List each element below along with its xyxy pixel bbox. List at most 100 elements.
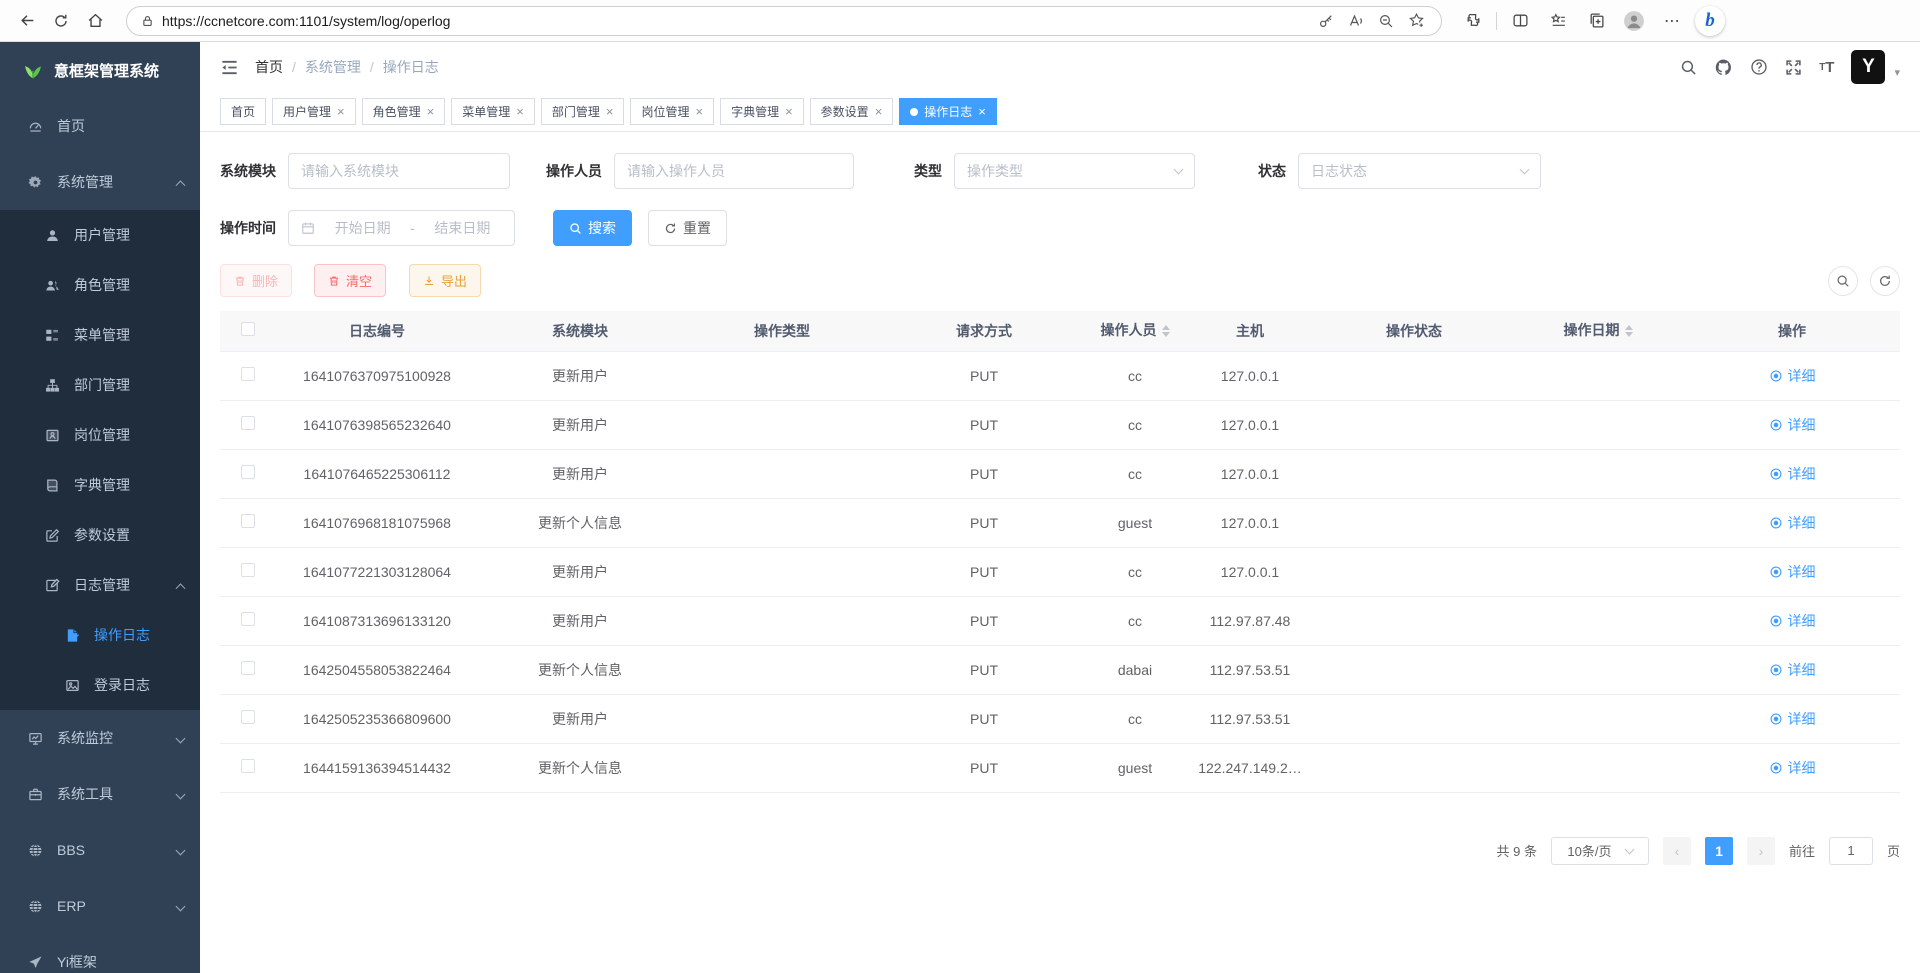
type-select[interactable]: 操作类型 [954,153,1195,189]
tab-home[interactable]: 首页 [220,98,266,125]
row-checkbox[interactable] [241,367,255,381]
prev-page-button[interactable]: ‹ [1663,837,1691,865]
table-refresh-button[interactable] [1870,266,1900,296]
export-button[interactable]: 导出 [409,264,481,297]
detail-link[interactable]: 详细 [1769,758,1816,778]
row-checkbox[interactable] [241,563,255,577]
sidebar-item-user-mgmt[interactable]: 用户管理 [0,210,200,260]
clear-button[interactable]: 清空 [314,264,386,297]
search-button[interactable]: 搜索 [553,210,632,246]
favorites-star-icon[interactable] [1401,8,1431,34]
row-checkbox[interactable] [241,514,255,528]
header-search-icon[interactable] [1680,59,1697,76]
close-icon[interactable]: × [606,105,614,118]
status-select[interactable]: 日志状态 [1298,153,1541,189]
sidebar-item-system[interactable]: 系统管理 [0,154,200,210]
split-screen-icon[interactable] [1505,7,1535,35]
tab-dept-mgmt[interactable]: 部门管理× [541,98,625,125]
tab-param-settings[interactable]: 参数设置× [810,98,894,125]
tab-oper-log[interactable]: 操作日志× [899,98,997,125]
sidebar-item-erp[interactable]: ERP [0,878,200,934]
detail-link[interactable]: 详细 [1769,464,1816,484]
url-bar[interactable]: https://ccnetcore.com:1101/system/log/op… [126,6,1442,36]
row-checkbox[interactable] [241,465,255,479]
sidebar-item-sys-monitor[interactable]: 系统监控 [0,710,200,766]
collections-icon[interactable] [1581,7,1611,35]
browser-more-icon[interactable]: ⋯ [1657,7,1687,35]
browser-back-button[interactable] [10,6,44,36]
browser-refresh-button[interactable] [44,6,78,36]
sidebar-item-menu-mgmt[interactable]: 菜单管理 [0,310,200,360]
col-date[interactable]: 操作日期 [1512,311,1684,351]
collapse-sidebar-button[interactable] [220,58,239,77]
tab-dict-mgmt[interactable]: 字典管理× [720,98,804,125]
table-search-toggle-button[interactable] [1828,266,1858,296]
row-checkbox[interactable] [241,710,255,724]
sort-icon[interactable] [1162,321,1170,341]
date-range-picker[interactable]: 开始日期 - 结束日期 [288,210,515,246]
module-input[interactable] [301,163,497,179]
tab-role-mgmt[interactable]: 角色管理× [362,98,446,125]
delete-button[interactable]: 删除 [220,264,292,297]
col-operator[interactable]: 操作人员 [1086,311,1184,351]
sidebar-item-dept-mgmt[interactable]: 部门管理 [0,360,200,410]
sidebar-item-role-mgmt[interactable]: 角色管理 [0,260,200,310]
bing-chat-icon[interactable]: b [1695,6,1725,36]
extensions-icon[interactable] [1458,7,1488,35]
github-icon[interactable] [1714,58,1733,77]
favorites-bar-icon[interactable] [1543,7,1573,35]
read-aloud-icon[interactable] [1341,8,1371,34]
detail-link[interactable]: 详细 [1769,611,1816,631]
fullscreen-icon[interactable] [1785,59,1802,76]
sidebar-item-home[interactable]: 首页 [0,98,200,154]
user-avatar[interactable]: Y [1851,50,1885,84]
row-checkbox[interactable] [241,759,255,773]
avatar-dropdown-caret[interactable]: ▾ [1894,66,1900,79]
browser-home-button[interactable] [78,6,112,36]
page-size-select[interactable]: 10条/页 [1551,837,1649,865]
browser-profile-avatar[interactable] [1619,7,1649,35]
close-icon[interactable]: × [875,105,883,118]
detail-link[interactable]: 详细 [1769,660,1816,680]
close-icon[interactable]: × [427,105,435,118]
sidebar-item-oper-log[interactable]: 操作日志 [0,610,200,660]
sidebar-item-sys-tools[interactable]: 系统工具 [0,766,200,822]
close-icon[interactable]: × [978,105,986,118]
close-icon[interactable]: × [337,105,345,118]
detail-link[interactable]: 详细 [1769,709,1816,729]
sidebar-item-yi-framework[interactable]: Yi框架 [0,934,200,973]
globe-icon [27,899,43,914]
sidebar-item-dict-mgmt[interactable]: 字典管理 [0,460,200,510]
sidebar-item-login-log[interactable]: 登录日志 [0,660,200,710]
reset-button[interactable]: 重置 [648,210,727,246]
select-all-checkbox[interactable] [241,322,255,336]
detail-link[interactable]: 详细 [1769,513,1816,533]
sort-icon[interactable] [1625,321,1633,341]
operator-input[interactable] [627,163,841,179]
page-number-1[interactable]: 1 [1705,837,1733,865]
goto-page-input[interactable] [1829,837,1873,865]
detail-link[interactable]: 详细 [1769,562,1816,582]
sidebar-item-param-settings[interactable]: 参数设置 [0,510,200,560]
breadcrumb-home[interactable]: 首页 [255,57,283,77]
sidebar-item-post-mgmt[interactable]: 岗位管理 [0,410,200,460]
tab-user-mgmt[interactable]: 用户管理× [272,98,356,125]
row-checkbox[interactable] [241,612,255,626]
detail-link[interactable]: 详细 [1769,415,1816,435]
tab-post-mgmt[interactable]: 岗位管理× [630,98,714,125]
password-key-icon[interactable] [1311,8,1341,34]
font-size-icon[interactable]: TT [1819,59,1834,76]
close-icon[interactable]: × [695,105,703,118]
help-icon[interactable] [1750,58,1768,76]
app-logo[interactable]: 意框架管理系统 [0,42,200,98]
sidebar-item-log-mgmt[interactable]: 日志管理 [0,560,200,610]
detail-link[interactable]: 详细 [1769,366,1816,386]
next-page-button[interactable]: › [1747,837,1775,865]
close-icon[interactable]: × [785,105,793,118]
row-checkbox[interactable] [241,661,255,675]
row-checkbox[interactable] [241,416,255,430]
sidebar-item-bbs[interactable]: BBS [0,822,200,878]
close-icon[interactable]: × [516,105,524,118]
tab-menu-mgmt[interactable]: 菜单管理× [451,98,535,125]
zoom-out-icon[interactable] [1371,8,1401,34]
